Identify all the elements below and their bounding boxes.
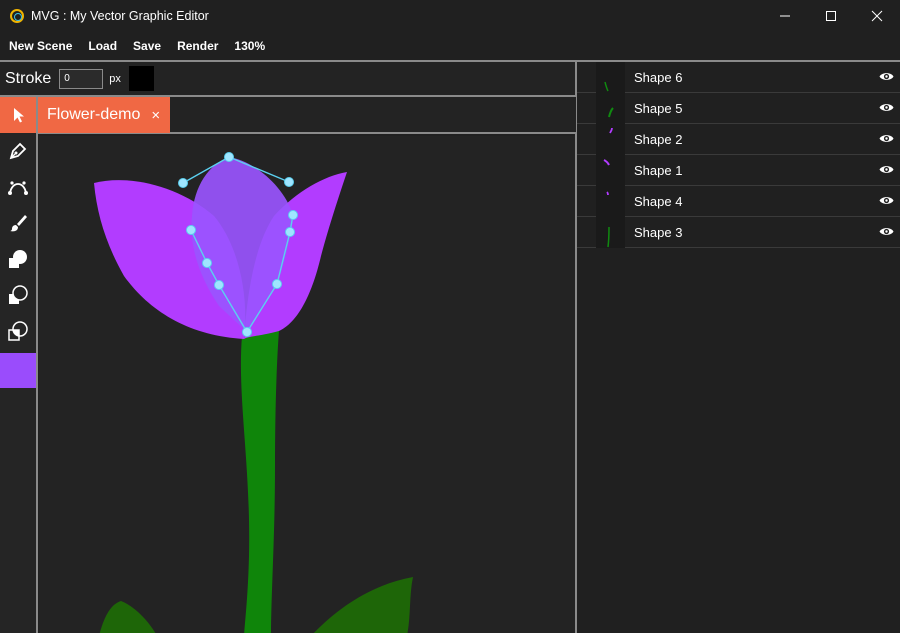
layer-row-shape-4[interactable]: Shape 4 — [577, 186, 900, 217]
layer-row-shape-3[interactable]: Shape 3 — [577, 217, 900, 248]
right-leaf — [313, 577, 413, 633]
tab-close-icon[interactable]: × — [151, 107, 160, 124]
brush-tool-icon — [10, 215, 27, 232]
title-bar: MVG : My Vector Graphic Editor — [0, 0, 900, 32]
shape-tool-button[interactable] — [0, 241, 36, 277]
menu-bar: New Scene Load Save Render 130% — [0, 32, 900, 60]
stroke-fill-icon — [9, 285, 28, 304]
select-tool-button[interactable] — [0, 97, 36, 133]
layer-row-shape-6[interactable]: Shape 6 — [577, 62, 900, 93]
menu-new-scene[interactable]: New Scene — [9, 39, 72, 53]
brush-tool-button[interactable] — [0, 205, 36, 241]
tool-box — [0, 97, 38, 633]
menu-render[interactable]: Render — [177, 39, 218, 53]
visibility-eye-icon[interactable] — [879, 226, 894, 237]
menu-load[interactable]: Load — [88, 39, 117, 53]
stroke-color-swatch[interactable] — [128, 66, 154, 91]
fill-color-swatch[interactable] — [0, 353, 36, 388]
app-logo-icon — [10, 9, 24, 23]
zoom-level[interactable]: 130% — [234, 39, 265, 53]
window-controls — [762, 0, 900, 32]
select-tool-icon — [14, 108, 24, 123]
layer-row-shape-5[interactable]: Shape 5 — [577, 93, 900, 124]
bezier-tool-button[interactable] — [0, 169, 36, 205]
visibility-eye-icon[interactable] — [879, 102, 894, 113]
stroke-unit-label: px — [109, 72, 121, 85]
stroke-width-input[interactable] — [59, 68, 104, 89]
visibility-eye-icon[interactable] — [879, 133, 894, 144]
layers-panel: Shape 6 Shape 5 Shape 2 Shape 1 Shape 4 — [577, 62, 900, 633]
bezier-tool-icon — [8, 181, 28, 195]
layer-row-shape-1[interactable]: Shape 1 — [577, 155, 900, 186]
layer-thumbnail — [596, 93, 625, 124]
document-tab-bar: Flower-demo × — [38, 97, 576, 134]
stroke-label: Stroke — [5, 69, 52, 87]
stroke-toolbar: Stroke px — [0, 62, 576, 95]
layer-name: Shape 5 — [634, 101, 683, 116]
layer-thumbnail — [596, 62, 625, 93]
layer-thumbnail — [596, 186, 625, 217]
visibility-eye-icon[interactable] — [879, 195, 894, 206]
layer-name: Shape 6 — [634, 70, 683, 85]
tab-label: Flower-demo — [47, 106, 141, 123]
pen-tool-icon — [9, 142, 27, 160]
stroke-fill-button[interactable] — [0, 277, 36, 313]
layer-row-shape-2[interactable]: Shape 2 — [577, 124, 900, 155]
flower-stem — [240, 331, 279, 633]
window-title: MVG : My Vector Graphic Editor — [31, 9, 209, 23]
layer-thumbnail — [596, 217, 625, 248]
close-icon — [871, 10, 883, 22]
drawing-canvas[interactable] — [39, 136, 575, 633]
left-leaf — [99, 601, 156, 633]
layer-name: Shape 4 — [634, 194, 683, 209]
maximize-button[interactable] — [808, 0, 854, 32]
boolean-shape-icon — [8, 321, 28, 341]
layer-thumbnail — [596, 155, 625, 186]
shape-tool-icon — [9, 250, 27, 268]
pen-tool-button[interactable] — [0, 133, 36, 169]
visibility-eye-icon[interactable] — [879, 164, 894, 175]
layer-name: Shape 2 — [634, 132, 683, 147]
layer-thumbnail — [596, 124, 625, 155]
close-button[interactable] — [854, 0, 900, 32]
minimize-button[interactable] — [762, 0, 808, 32]
layer-name: Shape 3 — [634, 225, 683, 240]
minimize-icon — [780, 15, 790, 17]
tab-flower-demo[interactable]: Flower-demo × — [38, 97, 170, 133]
layer-name: Shape 1 — [634, 163, 683, 178]
canvas-artwork — [94, 152, 413, 633]
maximize-icon — [826, 11, 836, 21]
menu-save[interactable]: Save — [133, 39, 161, 53]
visibility-eye-icon[interactable] — [879, 71, 894, 82]
boolean-shape-button[interactable] — [0, 313, 36, 349]
